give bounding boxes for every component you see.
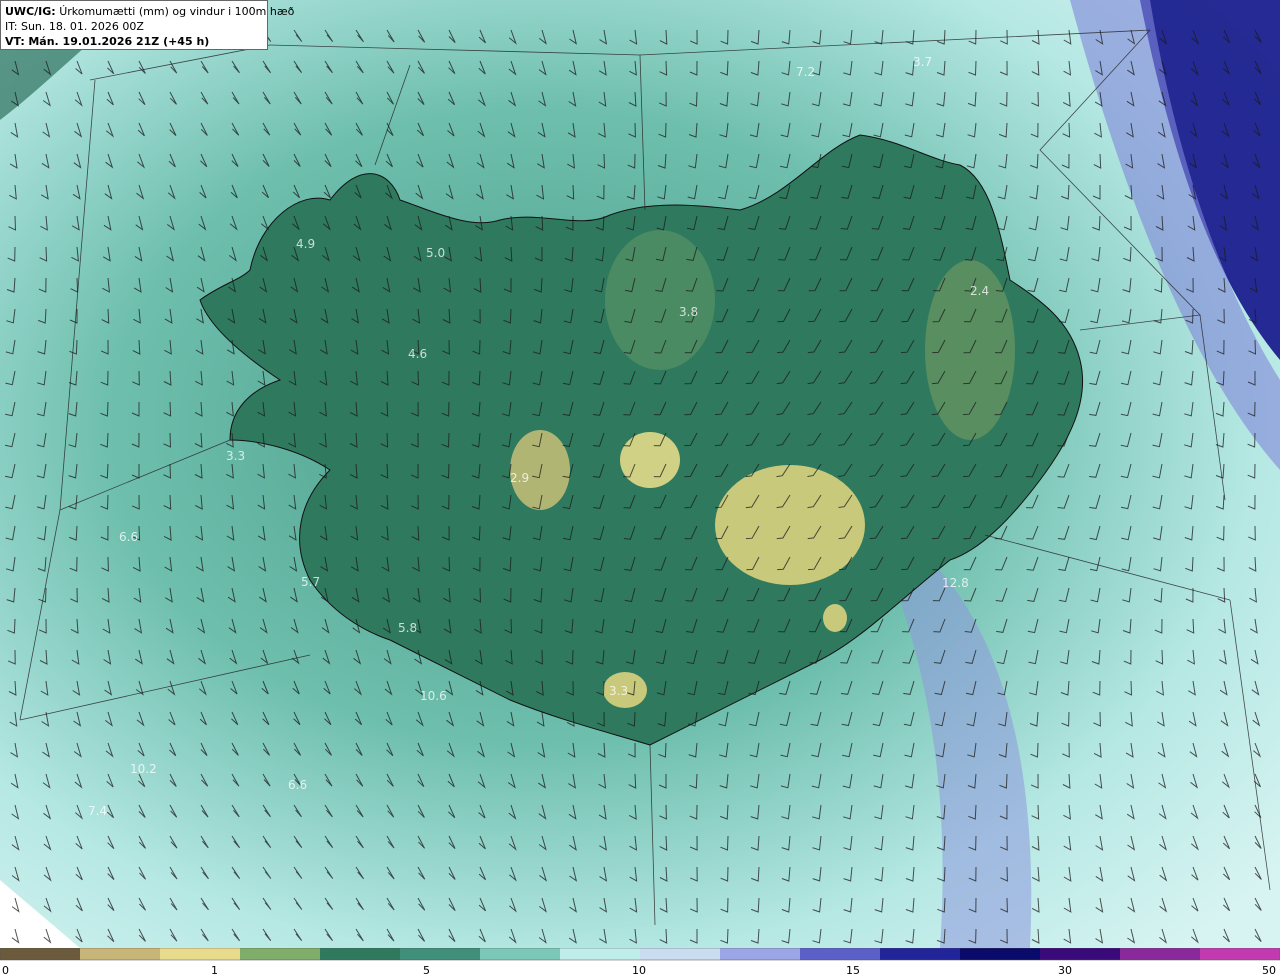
colorbar-segment [1120, 948, 1201, 960]
colorbar-segment [1040, 948, 1121, 960]
map-value: 2.4 [970, 284, 989, 298]
colorbar-segment [1200, 948, 1280, 960]
init-time-prefix: IT: [5, 20, 18, 33]
map-value: 6.6 [119, 530, 138, 544]
colorbar-segment [240, 948, 321, 960]
glacier-oraefajokull [823, 604, 847, 632]
map-title: Úrkomumætti (mm) og vindur i 100m hæð [59, 5, 295, 18]
map-value: 3.7 [913, 55, 932, 69]
map-value: 5.8 [398, 621, 417, 635]
map-value: 10.2 [130, 762, 157, 776]
colorbar-segment [960, 948, 1041, 960]
init-time-line: IT: Sun. 18. 01. 2026 00Z [5, 19, 263, 34]
colorbar-tick-label: 30 [1058, 964, 1072, 977]
map-value: 3.8 [679, 305, 698, 319]
colorbar-segment [800, 948, 881, 960]
colorbar-tick-label: 50 [1262, 964, 1276, 977]
colorbar-segment [400, 948, 481, 960]
highland-north [605, 230, 715, 370]
title-line: UWC/IG: Úrkomumætti (mm) og vindur i 100… [5, 4, 294, 19]
map-value: 7.4 [88, 804, 107, 818]
valid-time-prefix: VT: [5, 35, 25, 48]
colorbar-tick-label: 10 [632, 964, 646, 977]
colorbar-segment [480, 948, 561, 960]
colorbar-segment [880, 948, 961, 960]
map-value: 3.3 [609, 684, 628, 698]
map-value: 5.0 [426, 246, 445, 260]
colorbar-segment [640, 948, 721, 960]
glacier-vatnajokull [715, 465, 865, 585]
colorbar-segment [0, 948, 81, 960]
colorbar-segment [80, 948, 161, 960]
map-value: 7.2 [796, 65, 815, 79]
map-value: 4.6 [408, 347, 427, 361]
map-value: 10.6 [420, 689, 447, 703]
map-value: 3.3 [226, 449, 245, 463]
init-time: Sun. 18. 01. 2026 00Z [20, 20, 144, 33]
colorbar-segment [160, 948, 241, 960]
valid-time: Mán. 19.01.2026 21Z (+45 h) [28, 35, 210, 48]
map-value: 2.9 [510, 471, 529, 485]
map-title-box: UWC/IG: Úrkomumætti (mm) og vindur i 100… [0, 0, 294, 50]
model-code: UWC/IG: [5, 5, 56, 18]
colorbar-segment [320, 948, 401, 960]
map-value: 5.7 [301, 575, 320, 589]
map-value: 12.8 [942, 576, 969, 590]
valid-time-line: VT: Mán. 19.01.2026 21Z (+45 h) [5, 34, 263, 49]
colorbar-tick-label: 15 [846, 964, 860, 977]
glacier-hofsjokull [620, 432, 680, 488]
colorbar-segment [560, 948, 641, 960]
colorbar-tick-label: 0 [2, 964, 9, 977]
colorbar: 0 1 5 10 15 30 50 [0, 948, 1280, 977]
map-value: 4.9 [296, 237, 315, 251]
weather-map: 7.2 3.7 4.9 5.0 3.8 2.4 4.6 3.3 2.9 6.6 … [0, 0, 1280, 948]
colorbar-segment [720, 948, 801, 960]
colorbar-segments [0, 948, 1280, 960]
colorbar-tick-label: 1 [211, 964, 218, 977]
colorbar-tick-label: 5 [423, 964, 430, 977]
map-value: 6.6 [288, 778, 307, 792]
